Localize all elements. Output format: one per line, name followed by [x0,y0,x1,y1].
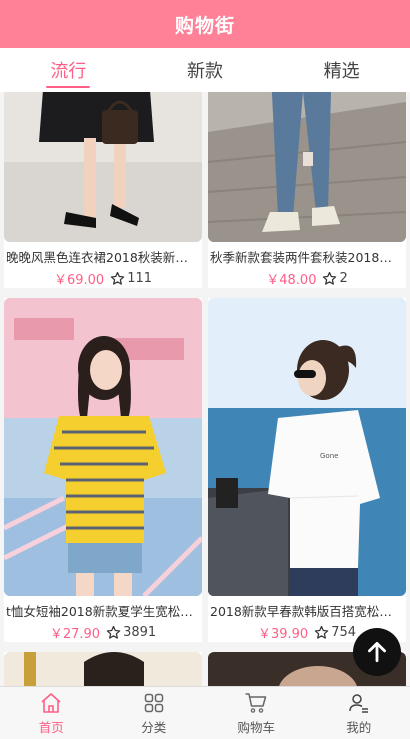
product-price: ￥27.90 [49,626,101,642]
favorite-count-value: 3891 [123,624,157,640]
home-icon [41,692,61,713]
star-icon [110,271,125,285]
product-image[interactable] [4,92,202,242]
tab-bar-label: 我的 [346,719,372,735]
favorite-count: 754 [314,625,356,640]
app-root: 购物街 流行 新款 精选 晚晚风黑色连衣裙2018秋装新款女 ￥69.00 11… [0,0,410,739]
svg-text:Gone: Gone [320,452,338,460]
tab-bar-label: 首页 [38,719,64,735]
product-image[interactable] [4,298,202,596]
favorite-count: 111 [110,271,152,286]
product-image[interactable] [4,652,202,686]
tab-bar-label: 购物车 [237,719,275,735]
tab-control: 流行 新款 精选 [0,48,410,92]
product-image[interactable]: Gone [208,298,406,596]
tab-bar-item-home[interactable]: 首页 [0,687,103,739]
product-grid[interactable]: 晚晚风黑色连衣裙2018秋装新款女复古收腰中长款小黑裙 ￥69.00 111 [0,92,410,686]
product-card[interactable]: 秋季新款套装两件套秋装2018新款女时尚洋气 ￥48.00 2 [208,92,406,288]
tab-popular[interactable]: 流行 [0,48,137,92]
top-navbar: 购物街 [0,0,410,48]
category-icon [144,693,163,712]
favorite-count: 2 [322,270,348,286]
product-title: 秋季新款套装两件套秋装2018新款女时尚洋气 [210,250,406,265]
product-meta: ￥69.00 111 [4,268,202,288]
product-card[interactable]: Gone 2018新款早春款韩版百搭宽松白色T恤女 ￥39.90 754 [208,298,406,642]
favorite-count-value: 2 [339,270,348,286]
star-icon [106,625,121,639]
product-title: 2018新款早春款韩版百搭宽松白色T恤女 [210,604,406,619]
product-image[interactable] [208,92,406,242]
favorite-count-value: 754 [331,624,357,640]
product-price: ￥48.00 [266,272,317,288]
tab-selected[interactable]: 精选 [273,48,410,92]
product-title: 晚晚风黑色连衣裙2018秋装新款女复古收腰中长款小黑裙 [6,250,202,265]
cart-icon [245,692,267,713]
product-meta: ￥27.90 3891 [4,622,202,642]
page-title: 购物街 [174,14,235,37]
product-price: ￥39.90 [257,626,309,642]
product-title: t恤女短袖2018新款夏学生宽松百搭条纹上衣 [6,604,202,619]
product-card[interactable] [4,652,202,686]
tab-bar-item-profile[interactable]: 我的 [308,687,410,739]
product-meta: ￥48.00 2 [208,268,406,288]
favorite-count-value: 111 [127,270,153,286]
tab-new[interactable]: 新款 [137,48,274,92]
tab-bar-item-cart[interactable]: 购物车 [205,687,308,739]
star-icon [323,271,337,285]
profile-icon [349,693,368,713]
tab-bar-label: 分类 [141,719,167,735]
back-to-top-button[interactable] [353,628,401,676]
favorite-count: 3891 [106,625,156,640]
bottom-tab-bar: 首页 分类 购物车 我的 [0,686,410,739]
tab-bar-item-category[interactable]: 分类 [103,687,206,739]
product-card[interactable]: t恤女短袖2018新款夏学生宽松百搭条纹上衣 ￥27.90 3891 [4,298,202,642]
product-card[interactable]: 晚晚风黑色连衣裙2018秋装新款女复古收腰中长款小黑裙 ￥69.00 111 [4,92,202,288]
product-price: ￥69.00 [53,272,105,288]
star-icon [314,625,329,639]
arrow-up-icon [368,641,386,663]
